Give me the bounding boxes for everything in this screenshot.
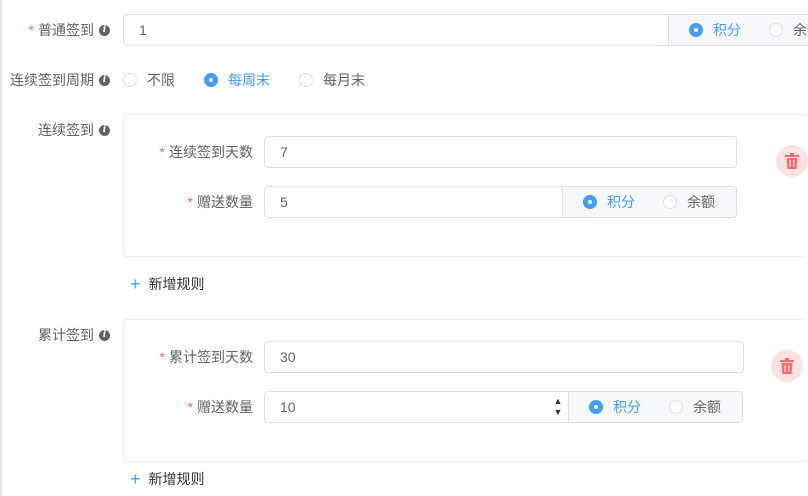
continuous-checkin-label: 连续签到 i	[10, 114, 110, 146]
radio-balance[interactable]: 余额	[769, 20, 808, 40]
radio-dot	[583, 195, 597, 209]
info-icon[interactable]: i	[99, 24, 110, 36]
continuous-days-input[interactable]: 7	[264, 136, 737, 168]
radio-dot	[689, 23, 703, 37]
radio-balance[interactable]: 余额	[663, 192, 715, 212]
continuous-gift-label: * 赠送数量	[187, 194, 253, 210]
cumulative-days-label: * 累计签到天数	[159, 349, 253, 365]
stepper-up-icon[interactable]: ▲	[554, 396, 563, 407]
radio-dot	[299, 73, 313, 87]
cumulative-gift-label: * 赠送数量	[187, 399, 253, 415]
number-stepper[interactable]: ▲ ▼	[548, 392, 568, 422]
trash-icon	[780, 358, 794, 374]
continuous-gift-type-radio-group: 积分 余额	[562, 186, 737, 218]
info-icon[interactable]: i	[99, 124, 110, 136]
normal-checkin-type-radio-group: 积分 余额	[668, 14, 808, 46]
trash-icon	[785, 153, 799, 169]
radio-dot	[663, 195, 677, 209]
continuous-period-label: 连续签到周期 i	[0, 64, 110, 96]
required-mark: *	[187, 194, 193, 210]
required-mark: *	[159, 349, 165, 365]
cumulative-gift-input[interactable]: 10 ▲ ▼	[264, 391, 568, 423]
stepper-down-icon[interactable]: ▼	[554, 407, 563, 418]
cumulative-checkin-label: 累计签到 i	[10, 319, 110, 351]
radio-dot	[669, 400, 683, 414]
plus-icon: +	[130, 469, 141, 489]
cumulative-gift-type-radio-group: 积分 余额	[568, 391, 743, 423]
add-continuous-rule-link[interactable]: + 新增规则	[130, 272, 205, 296]
radio-dot	[123, 73, 137, 87]
radio-dot	[769, 23, 783, 37]
radio-points[interactable]: 积分	[589, 397, 641, 417]
continuous-gift-input-group: 5 积分 余额	[264, 186, 737, 218]
radio-balance[interactable]: 余额	[669, 397, 721, 417]
info-icon[interactable]: i	[99, 329, 110, 341]
required-mark: *	[187, 399, 193, 415]
plus-icon: +	[130, 274, 141, 294]
radio-points[interactable]: 积分	[689, 20, 741, 40]
cumulative-gift-input-group: 10 ▲ ▼ 积分 余额	[264, 391, 743, 423]
radio-dot	[589, 400, 603, 414]
required-mark: *	[28, 22, 34, 38]
required-mark: *	[159, 144, 165, 160]
continuous-period-radio-group: 不限 每周末 每月末	[123, 64, 365, 96]
radio-month-end[interactable]: 每月末	[299, 70, 365, 90]
continuous-gift-input[interactable]: 5	[264, 186, 562, 218]
add-cumulative-rule-link[interactable]: + 新增规则	[130, 467, 205, 491]
info-icon[interactable]: i	[99, 74, 110, 86]
radio-weekend[interactable]: 每周末	[204, 70, 270, 90]
radio-unlimited[interactable]: 不限	[123, 70, 175, 90]
normal-checkin-input-group: 1 积分 余额	[123, 14, 808, 46]
radio-dot	[204, 73, 218, 87]
radio-points[interactable]: 积分	[583, 192, 635, 212]
normal-checkin-label: * 普通签到 i	[10, 14, 110, 46]
delete-cumulative-rule-button[interactable]	[771, 350, 803, 382]
delete-continuous-rule-button[interactable]	[776, 145, 808, 177]
cumulative-days-input[interactable]: 30	[264, 341, 744, 373]
normal-checkin-input[interactable]: 1	[123, 14, 668, 46]
continuous-days-label: * 连续签到天数	[159, 144, 253, 160]
